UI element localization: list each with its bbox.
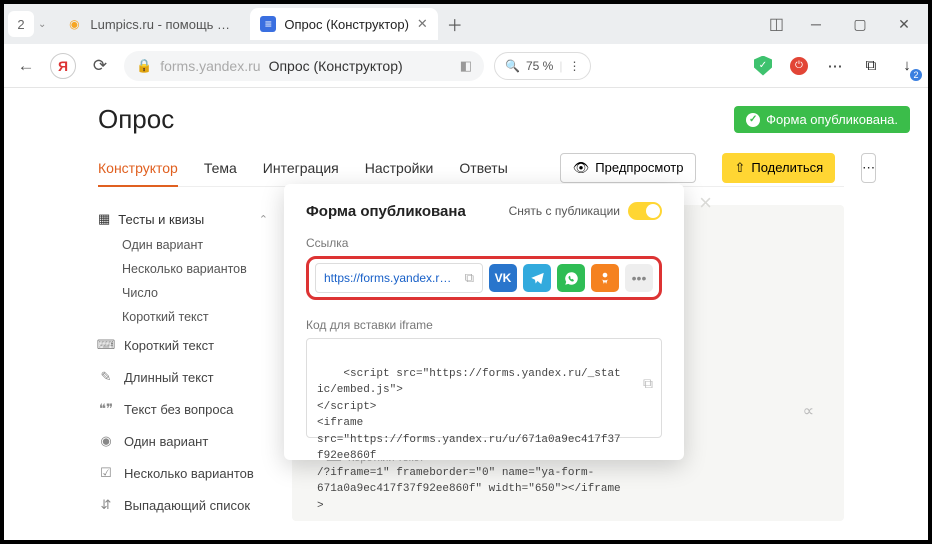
url-field[interactable]: 🔒 forms.yandex.ru Опрос (Конструктор) ◧ — [124, 51, 484, 81]
tab-title: Опрос (Конструктор) — [284, 17, 409, 32]
session-count-button[interactable]: 2 — [8, 11, 34, 37]
dropdown-icon: ⇵ — [98, 497, 114, 513]
tab-integration[interactable]: Интеграция — [263, 149, 339, 186]
form-tabs: Конструктор Тема Интеграция Настройки От… — [98, 149, 844, 187]
sidebar-sub-single[interactable]: Один вариант — [98, 233, 268, 257]
group-label: Тесты и квизы — [118, 212, 204, 227]
link-row-highlight: https://forms.yandex.ru/u/67... ⧉ VK ••• — [306, 256, 662, 300]
browser-titlebar: 2 ⌄ ◉ Lumpics.ru - помощь с ко ≡ Опрос (… — [4, 4, 928, 44]
link-url: https://forms.yandex.ru/u/67... — [324, 271, 457, 285]
longtext-icon: ✎ — [98, 369, 114, 385]
sidebar-item-longtext[interactable]: ✎ Длинный текст — [98, 361, 268, 393]
row-label: Выпадающий список — [124, 498, 250, 513]
sidebar-sub-number[interactable]: Число — [98, 281, 268, 305]
yandex-logo-icon[interactable]: Я — [50, 53, 76, 79]
embed-code-box[interactable]: <script src="https://forms.yandex.ru/_st… — [306, 338, 662, 438]
extensions-icon[interactable]: ⧉ — [858, 53, 884, 79]
copy-icon[interactable]: ⧉ — [643, 375, 653, 396]
link-label: Ссылка — [306, 236, 662, 250]
sidebar-sub-shorttext[interactable]: Короткий текст — [98, 305, 268, 329]
bookmark-ribbon-icon[interactable]: ◫ — [769, 14, 784, 34]
tab-settings[interactable]: Настройки — [365, 149, 434, 186]
window-close[interactable]: ✕ — [884, 6, 924, 42]
unpublish-label: Снять с публикации — [509, 204, 620, 218]
more-button[interactable]: ⋯ — [861, 153, 876, 183]
branch-icon[interactable]: ∝ — [803, 401, 814, 421]
row-label: Один вариант — [124, 434, 208, 449]
more-icon[interactable]: ⋮ — [568, 59, 580, 73]
popup-title: Форма опубликована — [306, 203, 466, 220]
sidebar-item-radio[interactable]: ◉ Один вариант — [98, 425, 268, 457]
lock-icon: 🔒 — [136, 58, 152, 74]
sidebar-item-noquestion[interactable]: ❝❞ Текст без вопроса — [98, 393, 268, 425]
favicon-forms: ≡ — [260, 16, 276, 32]
sidebar-group-tests[interactable]: ▦ Тесты и квизы ⌃ — [98, 205, 268, 233]
share-ok-button[interactable] — [591, 264, 619, 292]
zoom-control[interactable]: 🔍 75 % | ⋮ — [494, 52, 591, 80]
tab-constructor[interactable]: Конструктор — [98, 149, 178, 186]
tab-title: Lumpics.ru - помощь с ко — [90, 17, 236, 32]
divider: | — [559, 59, 562, 73]
share-whatsapp-button[interactable] — [557, 264, 585, 292]
share-label: Поделиться — [751, 160, 823, 175]
link-field[interactable]: https://forms.yandex.ru/u/67... ⧉ — [315, 263, 483, 293]
publish-toggle[interactable] — [628, 202, 662, 220]
tab-inactive[interactable]: ◉ Lumpics.ru - помощь с ко — [56, 8, 246, 40]
sidebar-item-shorttext[interactable]: ⌨ Короткий текст — [98, 329, 268, 361]
tab-theme[interactable]: Тема — [204, 149, 237, 186]
eye-icon: 👁 — [573, 160, 590, 176]
new-tab-button[interactable]: ＋ — [442, 11, 468, 37]
radio-icon: ◉ — [98, 433, 114, 449]
tab-active[interactable]: ≡ Опрос (Конструктор) ✕ — [250, 8, 437, 40]
quote-icon: ❝❞ — [98, 401, 114, 417]
embed-code: <script src="https://forms.yandex.ru/_st… — [317, 368, 621, 512]
back-button[interactable]: ← — [12, 52, 40, 80]
popup-close-button[interactable]: × — [699, 190, 712, 216]
preview-button[interactable]: 👁 Предпросмотр — [560, 153, 697, 183]
toast-published: Форма опубликована. — [734, 106, 910, 133]
sidebar-item-checkbox[interactable]: ☑ Несколько вариантов — [98, 457, 268, 489]
chevron-down-icon[interactable]: ⌄ — [38, 19, 46, 30]
tests-icon: ▦ — [98, 211, 110, 227]
share-button[interactable]: ⇧ Поделиться — [722, 153, 835, 183]
window-maximize[interactable]: ▢ — [840, 6, 880, 42]
downloads-icon[interactable]: ↓ — [894, 53, 920, 79]
tab-answers[interactable]: Ответы — [459, 149, 507, 186]
reload-button[interactable]: ⟳ — [86, 52, 114, 80]
row-label: Короткий текст — [124, 338, 214, 353]
dots-icon[interactable]: ⋯ — [822, 53, 848, 79]
shorttext-icon: ⌨ — [98, 337, 114, 353]
row-label: Текст без вопроса — [124, 402, 233, 417]
page-title: Опрос — [98, 104, 844, 135]
address-bar: ← Я ⟳ 🔒 forms.yandex.ru Опрос (Конструкт… — [4, 44, 928, 88]
ublock-icon[interactable]: ⏻ — [786, 53, 812, 79]
sidebar-sub-multi[interactable]: Несколько вариантов — [98, 257, 268, 281]
sidebar: ▦ Тесты и квизы ⌃ Один вариант Несколько… — [98, 205, 268, 521]
copy-icon[interactable]: ⧉ — [465, 270, 474, 286]
preview-label: Предпросмотр — [595, 160, 683, 175]
toast-text: Форма опубликована. — [766, 112, 898, 127]
share-telegram-button[interactable] — [523, 264, 551, 292]
row-label: Несколько вариантов — [124, 466, 254, 481]
sidebar-item-dropdown[interactable]: ⇵ Выпадающий список — [98, 489, 268, 521]
checkbox-icon: ☑ — [98, 465, 114, 481]
publish-popup: × Форма опубликована Снять с публикации … — [284, 184, 684, 460]
bookmark-icon[interactable]: ◧ — [460, 58, 472, 74]
unpublish-control: Снять с публикации — [509, 202, 662, 220]
favicon-lumpics: ◉ — [66, 16, 82, 32]
url-domain: forms.yandex.ru — [160, 58, 260, 74]
shield-icon[interactable]: ✓ — [750, 53, 776, 79]
chevron-up-icon: ⌃ — [259, 213, 268, 226]
url-title: Опрос (Конструктор) — [269, 58, 403, 74]
embed-label: Код для вставки iframe — [306, 318, 662, 332]
zoom-icon: 🔍 — [505, 59, 520, 73]
share-more-button[interactable]: ••• — [625, 264, 653, 292]
share-vk-button[interactable]: VK — [489, 264, 517, 292]
close-icon[interactable]: ✕ — [417, 16, 428, 32]
window-minimize[interactable]: ─ — [796, 6, 836, 42]
share-icon: ⇧ — [734, 160, 745, 176]
zoom-value: 75 % — [526, 59, 553, 73]
row-label: Длинный текст — [124, 370, 214, 385]
